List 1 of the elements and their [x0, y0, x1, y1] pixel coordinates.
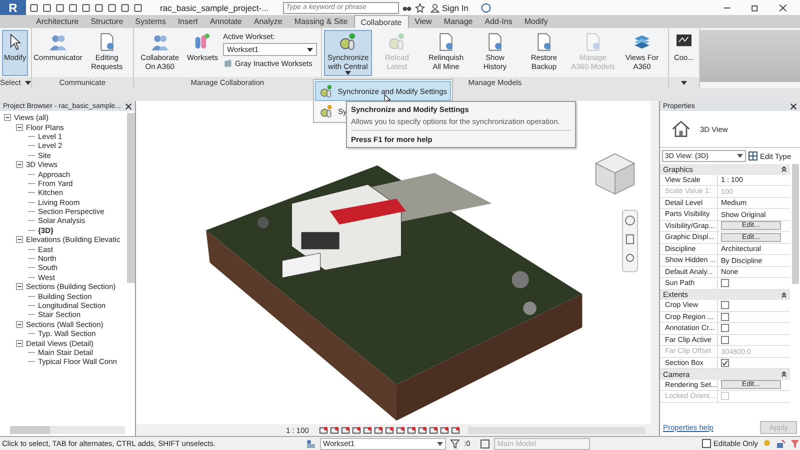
- window-title: rac_basic_sample_project-...: [160, 2, 270, 12]
